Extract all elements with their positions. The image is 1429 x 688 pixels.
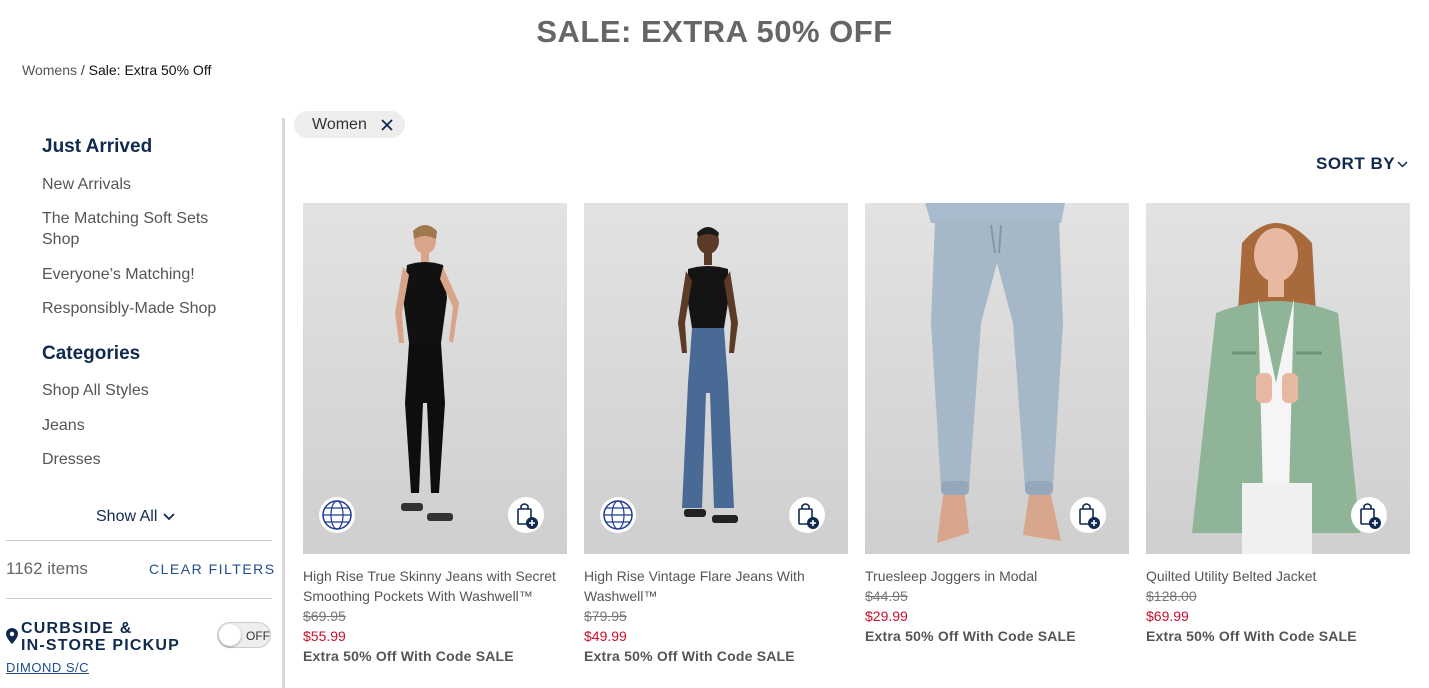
- original-price: $79.95: [584, 608, 627, 624]
- add-to-bag-button[interactable]: [1070, 497, 1106, 533]
- sidebar-link-jeans[interactable]: Jeans: [42, 415, 242, 436]
- original-price: $44.95: [865, 588, 908, 604]
- pickup-label-line1: CURBSIDE &: [21, 620, 133, 637]
- sidebar-link-new-arrivals[interactable]: New Arrivals: [42, 174, 242, 195]
- breadcrumb: Womens / Sale: Extra 50% Off: [22, 62, 211, 78]
- show-all-label: Show All: [96, 508, 158, 525]
- breadcrumb-womens-link[interactable]: Womens: [22, 62, 77, 78]
- toggle-knob: [219, 624, 241, 646]
- product-image[interactable]: [865, 203, 1129, 554]
- toggle-state: OFF: [246, 629, 270, 643]
- sort-by-dropdown[interactable]: SORT BY: [1316, 154, 1408, 174]
- sidebar-divider: [282, 118, 285, 688]
- globe-icon: [600, 497, 636, 533]
- original-price: $69.95: [303, 608, 346, 624]
- close-icon[interactable]: [381, 118, 393, 131]
- pickup-toggle[interactable]: OFF: [217, 622, 271, 648]
- location-pin-icon: [6, 628, 18, 644]
- breadcrumb-separator: /: [76, 62, 89, 78]
- pickup-filter: CURBSIDE & IN-STORE PICKUP OFF DIMOND S/…: [6, 618, 278, 678]
- bag-plus-icon: [517, 503, 538, 529]
- filter-chip-women[interactable]: Women: [294, 111, 405, 138]
- promo-text: Extra 50% Off With Code SALE: [584, 648, 795, 664]
- sidebar-link-dresses[interactable]: Dresses: [42, 449, 242, 470]
- sort-by-label: SORT BY: [1316, 154, 1396, 173]
- sale-price: $69.99: [1146, 608, 1189, 624]
- item-count: 1162 items: [6, 559, 88, 578]
- add-to-bag-button[interactable]: [508, 497, 544, 533]
- breadcrumb-current: Sale: Extra 50% Off: [88, 62, 212, 78]
- page-title: SALE: EXTRA 50% OFF: [536, 14, 893, 49]
- sale-price: $55.99: [303, 628, 346, 644]
- pickup-label: CURBSIDE & IN-STORE PICKUP: [21, 620, 180, 654]
- sale-price: $29.99: [865, 608, 908, 624]
- product-card[interactable]: High Rise True Skinny Jeans with Secret …: [303, 203, 567, 666]
- globe-icon: [319, 497, 355, 533]
- promo-text: Extra 50% Off With Code SALE: [303, 648, 514, 664]
- chevron-down-icon: [163, 513, 176, 521]
- just-arrived-heading: Just Arrived: [42, 136, 153, 157]
- product-card[interactable]: Quilted Utility Belted Jacket $128.00 $6…: [1146, 203, 1410, 646]
- sidebar-link-everyones-matching[interactable]: Everyone’s Matching!: [42, 264, 242, 285]
- product-card[interactable]: High Rise Vintage Flare Jeans With Washw…: [584, 203, 848, 666]
- promo-text: Extra 50% Off With Code SALE: [1146, 628, 1357, 644]
- sidebar-link-responsibly-made[interactable]: Responsibly-Made Shop: [42, 298, 242, 319]
- product-card[interactable]: Truesleep Joggers in Modal $44.95 $29.99…: [865, 203, 1129, 646]
- original-price: $128.00: [1146, 588, 1197, 604]
- product-name[interactable]: Quilted Utility Belted Jacket: [1146, 566, 1410, 586]
- sidebar-link-matching-soft-sets[interactable]: The Matching Soft Sets Shop: [42, 208, 222, 250]
- bag-plus-icon: [798, 503, 819, 529]
- bag-plus-icon: [1360, 503, 1381, 529]
- show-all-button[interactable]: Show All: [96, 508, 176, 526]
- chevron-down-icon: [1397, 160, 1408, 168]
- add-to-bag-button[interactable]: [1351, 497, 1387, 533]
- store-link[interactable]: DIMOND S/C: [6, 660, 89, 675]
- product-name[interactable]: Truesleep Joggers in Modal: [865, 566, 1129, 586]
- product-image[interactable]: [1146, 203, 1410, 554]
- add-to-bag-button[interactable]: [789, 497, 825, 533]
- clear-filters-button[interactable]: CLEAR FILTERS: [149, 561, 276, 577]
- filter-sidebar: Just Arrived New Arrivals The Matching S…: [0, 118, 286, 688]
- product-image[interactable]: [303, 203, 567, 554]
- product-image[interactable]: [584, 203, 848, 554]
- sale-price: $49.99: [584, 628, 627, 644]
- product-name[interactable]: High Rise Vintage Flare Jeans With Washw…: [584, 566, 848, 606]
- filter-chip-label: Women: [312, 115, 367, 133]
- sidebar-link-shop-all-styles[interactable]: Shop All Styles: [42, 380, 242, 401]
- product-name[interactable]: High Rise True Skinny Jeans with Secret …: [303, 566, 567, 606]
- pickup-label-line2: IN-STORE PICKUP: [21, 637, 181, 654]
- bag-plus-icon: [1079, 503, 1100, 529]
- categories-heading: Categories: [42, 343, 141, 364]
- divider: [6, 540, 272, 541]
- promo-text: Extra 50% Off With Code SALE: [865, 628, 1076, 644]
- divider: [6, 598, 272, 599]
